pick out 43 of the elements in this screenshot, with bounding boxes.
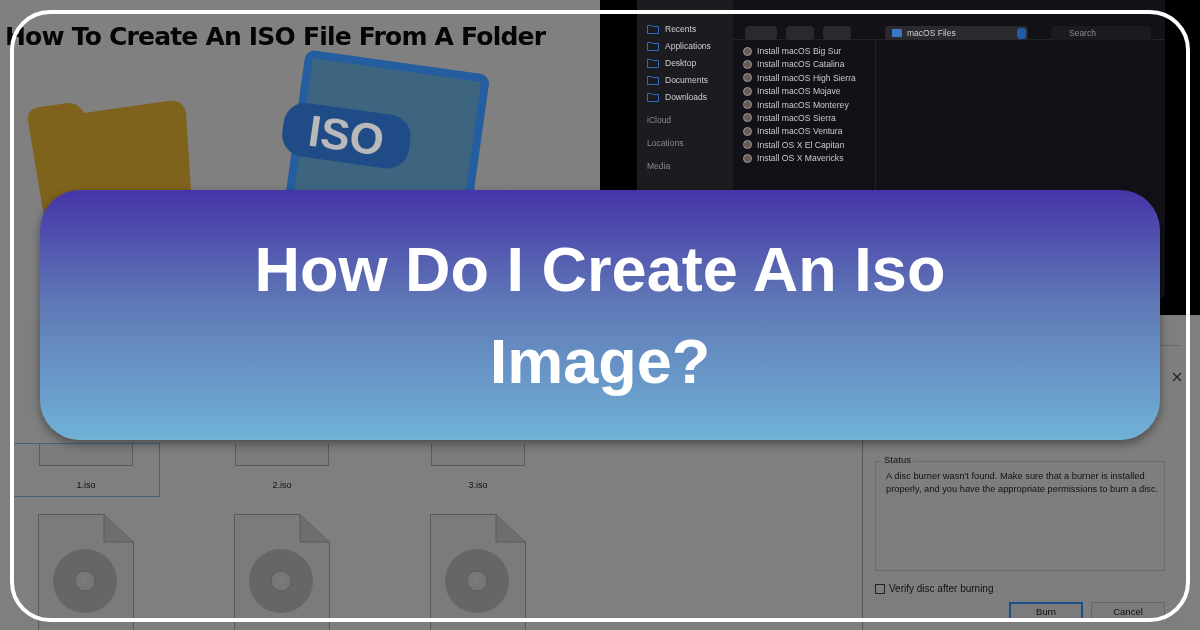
sidebar-item[interactable]: Documents <box>665 75 708 85</box>
status-label: Status <box>882 454 913 465</box>
file-name[interactable]: Install macOS Catalina <box>757 59 845 70</box>
file-name[interactable]: Install macOS Monterey <box>757 99 849 110</box>
folder-icon <box>647 75 659 85</box>
folder-icon <box>647 92 659 102</box>
search-field[interactable]: Search <box>1051 26 1151 40</box>
document-icon <box>39 444 133 466</box>
checkbox[interactable] <box>875 583 885 594</box>
group-button[interactable] <box>823 26 851 40</box>
sidebar-section-label: Media <box>647 161 672 171</box>
view-button[interactable] <box>786 26 814 40</box>
path-popup[interactable]: macOS Files <box>885 26 1028 40</box>
banner-title: How Do I Create An Iso Image? <box>253 233 947 398</box>
folder-icon <box>647 58 659 68</box>
folder-icon <box>892 29 902 37</box>
folder-icon <box>647 24 659 34</box>
stepper-icon <box>1017 27 1026 39</box>
sidebar-section-label: iCloud <box>647 115 673 125</box>
back-forward-buttons[interactable] <box>745 26 777 40</box>
file-name: 3.iso <box>468 480 488 490</box>
document-icon <box>431 444 525 466</box>
file-name: 2.iso <box>272 480 292 490</box>
file-name: 1.iso <box>76 480 96 490</box>
document-icon <box>235 444 329 466</box>
checkbox-label[interactable]: Verify disc after burning <box>889 583 994 594</box>
folder-icon <box>647 41 659 51</box>
sidebar-section-label: Locations <box>647 138 685 148</box>
sidebar-item[interactable]: Recents <box>665 24 697 34</box>
file-name[interactable]: Install macOS High Sierra <box>757 72 856 83</box>
file-tile[interactable]: 2.iso <box>208 443 356 497</box>
sidebar-item[interactable]: Downloads <box>665 92 708 102</box>
sidebar-item[interactable]: Applications <box>665 41 711 51</box>
file-tile[interactable]: 1.iso <box>12 443 160 497</box>
file-name[interactable]: Install macOS Ventura <box>757 126 843 137</box>
file-name[interactable]: Install macOS Mojave <box>757 86 841 97</box>
file-name[interactable]: Install OS X Mavericks <box>757 153 844 164</box>
file-tile[interactable]: 3.iso <box>404 443 552 497</box>
file-name[interactable]: Install macOS Sierra <box>757 112 836 123</box>
file-name[interactable]: Install OS X El Capitan <box>757 139 845 150</box>
sidebar-item[interactable]: Desktop <box>665 58 697 68</box>
file-name[interactable]: Install macOS Big Sur <box>757 46 842 56</box>
status-message: A disc burner wasn't found. Make sure that a burner is installed properly, and you have the appropriate permissions to burn a disc. <box>886 470 1160 496</box>
